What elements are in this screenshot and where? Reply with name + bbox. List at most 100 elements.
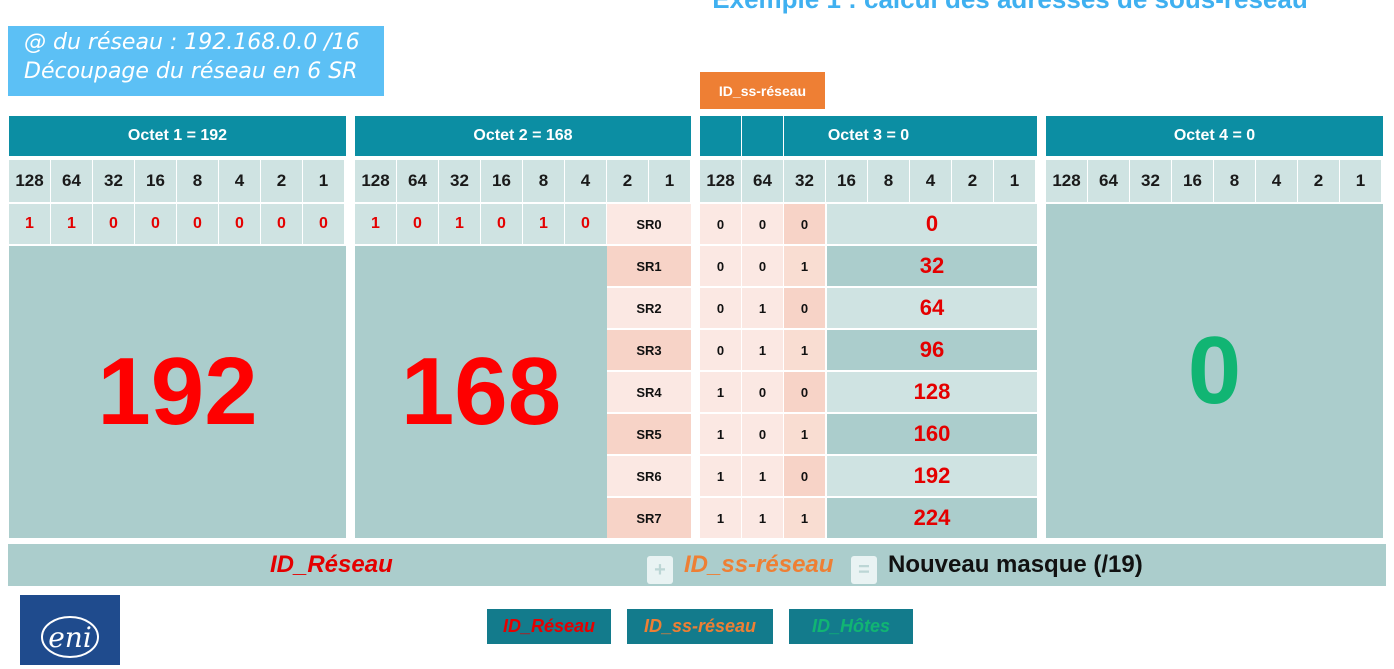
subnet-value: 0 xyxy=(827,204,1037,244)
subnet-value: 32 xyxy=(827,246,1037,286)
bit-value-cell: 0 xyxy=(303,204,344,244)
subnet-bit-cell: 1 xyxy=(784,246,825,286)
bit-value-cell: 0 xyxy=(93,204,134,244)
subnet-label: SR1 xyxy=(607,246,691,286)
subnet-label: SR0 xyxy=(607,204,691,244)
bit-weight-cell: 64 xyxy=(51,160,92,202)
bit-weight-cell: 4 xyxy=(1256,160,1297,202)
bit-weight-cell: 8 xyxy=(523,160,564,202)
subnet-bit-cell: 1 xyxy=(700,456,741,496)
bit-weight-cell: 64 xyxy=(397,160,438,202)
bit-value-cell: 1 xyxy=(523,204,564,244)
bit-value-cell: 1 xyxy=(439,204,480,244)
bit-value-cell: 0 xyxy=(397,204,438,244)
subnet-bit-cell: 1 xyxy=(742,498,783,538)
legend-id-ss-reseau: ID_ss-réseau xyxy=(627,609,773,644)
subnet-bit-cell: 1 xyxy=(784,498,825,538)
subnet-value: 96 xyxy=(827,330,1037,370)
equals-icon: = xyxy=(851,556,877,584)
subnet-label: SR4 xyxy=(607,372,691,412)
subnet-bit-cell: 1 xyxy=(784,414,825,454)
bit-weight-cell: 1 xyxy=(994,160,1035,202)
eni-logo-text: eni xyxy=(48,621,92,654)
bit-value-cell: 1 xyxy=(9,204,50,244)
subnet-value: 64 xyxy=(827,288,1037,328)
bit-weight-cell: 2 xyxy=(261,160,302,202)
network-address-line: @ du réseau : 192.168.0.0 /16 xyxy=(24,30,360,55)
legend-id-hotes-label: ID_Hôtes xyxy=(811,616,891,636)
bit-weight-cell: 32 xyxy=(93,160,134,202)
eni-logo: eni xyxy=(20,595,120,665)
subnet-value: 160 xyxy=(827,414,1037,454)
plus-icon: + xyxy=(647,556,673,584)
header-divider xyxy=(783,116,784,156)
subnet-bit-cell: 1 xyxy=(742,456,783,496)
bit-weight-cell: 8 xyxy=(177,160,218,202)
subnet-bit-cell: 0 xyxy=(784,372,825,412)
network-info-box: @ du réseau : 192.168.0.0 /16 Découpage … xyxy=(8,26,384,96)
bit-weight-cell: 16 xyxy=(1172,160,1213,202)
subnet-label: SR6 xyxy=(607,456,691,496)
subnet-bit-cell: 1 xyxy=(784,330,825,370)
bit-weight-cell: 1 xyxy=(303,160,344,202)
bit-weight-cell: 1 xyxy=(649,160,690,202)
bit-value-cell: 0 xyxy=(261,204,302,244)
octet-3-header: Octet 3 = 0 xyxy=(700,116,1037,156)
bit-value-cell: 0 xyxy=(135,204,176,244)
subnet-bit-cell: 1 xyxy=(700,414,741,454)
bit-value-cell: 1 xyxy=(51,204,92,244)
subnetting-line: Découpage du réseau en 6 SR xyxy=(24,59,358,84)
subnet-bit-cell: 0 xyxy=(700,288,741,328)
bit-weight-cell: 16 xyxy=(135,160,176,202)
subnet-bit-cell: 1 xyxy=(700,498,741,538)
bit-weight-cell: 2 xyxy=(952,160,993,202)
subnet-bit-cell: 0 xyxy=(700,330,741,370)
subnet-bit-cell: 0 xyxy=(742,372,783,412)
subnet-value: 224 xyxy=(827,498,1037,538)
bit-weight-cell: 128 xyxy=(1046,160,1087,202)
bit-weight-cell: 32 xyxy=(439,160,480,202)
bit-weight-cell: 128 xyxy=(9,160,50,202)
subnet-label: SR2 xyxy=(607,288,691,328)
legend-id-reseau-label: ID_Réseau xyxy=(502,616,596,636)
octet-2-header: Octet 2 = 168 xyxy=(355,116,691,156)
octet-1-value: 192 xyxy=(9,246,346,538)
subnet-label: SR3 xyxy=(607,330,691,370)
bit-value-cell: 0 xyxy=(219,204,260,244)
octet-2-value: 168 xyxy=(355,246,607,538)
legend-id-reseau: ID_Réseau xyxy=(487,609,611,644)
bit-weight-cell: 32 xyxy=(784,160,825,202)
subnet-bit-cell: 0 xyxy=(784,456,825,496)
bit-weight-cell: 2 xyxy=(1298,160,1339,202)
bit-weight-cell: 2 xyxy=(607,160,648,202)
bit-value-cell: 0 xyxy=(177,204,218,244)
bit-weight-cell: 16 xyxy=(481,160,522,202)
subnet-bit-cell: 0 xyxy=(742,414,783,454)
eni-logo-icon: eni xyxy=(41,616,99,658)
bit-weight-cell: 128 xyxy=(355,160,396,202)
subnet-bit-cell: 0 xyxy=(784,204,825,244)
bit-weight-cell: 4 xyxy=(219,160,260,202)
bit-weight-cell: 64 xyxy=(1088,160,1129,202)
bit-weight-cell: 8 xyxy=(1214,160,1255,202)
bit-weight-cell: 16 xyxy=(826,160,867,202)
subnet-label: SR5 xyxy=(607,414,691,454)
bottom-new-mask: Nouveau masque (/19) xyxy=(888,551,1143,578)
subnet-bit-cell: 1 xyxy=(742,330,783,370)
subnet-bit-cell: 0 xyxy=(700,246,741,286)
octet-4-value: 0 xyxy=(1046,204,1383,538)
subnet-value: 192 xyxy=(827,456,1037,496)
subnet-bit-cell: 1 xyxy=(700,372,741,412)
subnet-value: 128 xyxy=(827,372,1037,412)
bit-weight-cell: 4 xyxy=(565,160,606,202)
subnet-label: SR7 xyxy=(607,498,691,538)
header-divider xyxy=(741,116,742,156)
octet-1-header: Octet 1 = 192 xyxy=(9,116,346,156)
bit-weight-cell: 1 xyxy=(1340,160,1381,202)
bit-value-cell: 1 xyxy=(355,204,396,244)
bit-weight-cell: 8 xyxy=(868,160,909,202)
legend-id-hotes: ID_Hôtes xyxy=(789,609,913,644)
subnet-bit-cell: 0 xyxy=(742,246,783,286)
subnet-bit-cell: 0 xyxy=(700,204,741,244)
subnet-bit-cell: 0 xyxy=(742,204,783,244)
